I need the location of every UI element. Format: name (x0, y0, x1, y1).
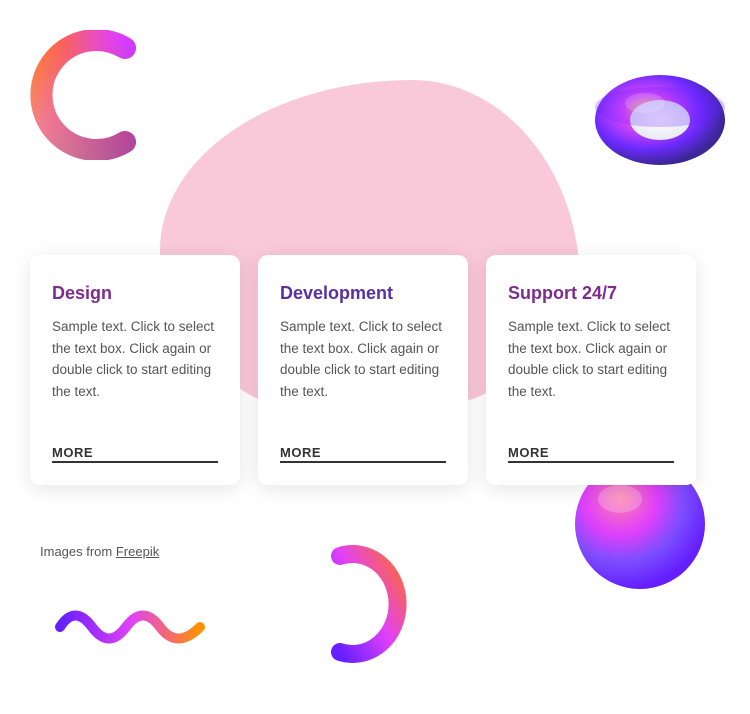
cards-section: Design Sample text. Click to select the … (30, 255, 696, 485)
card-design-more-link[interactable]: MORE (52, 445, 218, 463)
c-shape-bottom-center (320, 544, 410, 654)
card-support: Support 24/7 Sample text. Click to selec… (486, 255, 696, 485)
card-design-title: Design (52, 283, 218, 304)
footer-text: Images from (40, 544, 116, 559)
c-shape-top-left (30, 30, 150, 150)
card-development-text: Sample text. Click to select the text bo… (280, 316, 446, 433)
card-support-title: Support 24/7 (508, 283, 674, 304)
squiggle-bottom-left (55, 599, 195, 649)
card-design-text: Sample text. Click to select the text bo… (52, 316, 218, 433)
card-development: Development Sample text. Click to select… (258, 255, 468, 485)
card-design: Design Sample text. Click to select the … (30, 255, 240, 485)
card-development-more-link[interactable]: MORE (280, 445, 446, 463)
footer: Images from Freepik (40, 544, 159, 559)
card-development-title: Development (280, 283, 446, 304)
torus-top-right (590, 65, 720, 165)
card-support-text: Sample text. Click to select the text bo… (508, 316, 674, 433)
page-container: Design Sample text. Click to select the … (0, 0, 750, 714)
card-support-more-link[interactable]: MORE (508, 445, 674, 463)
freepik-link[interactable]: Freepik (116, 544, 159, 559)
